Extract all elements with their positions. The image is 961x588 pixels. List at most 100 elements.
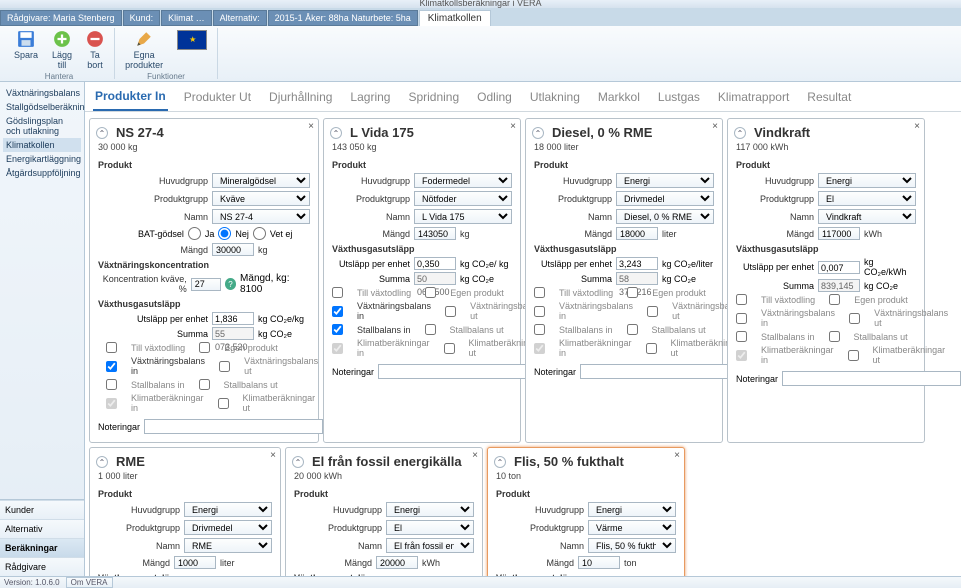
mangd-input[interactable] xyxy=(616,227,658,240)
tab-spridning[interactable]: Spridning xyxy=(406,84,461,110)
mangd-input[interactable] xyxy=(174,556,216,569)
chk-vn-in[interactable] xyxy=(106,361,117,372)
remove-button[interactable]: Ta bort xyxy=(82,28,108,72)
emission-value[interactable]: 0,350 xyxy=(414,257,456,270)
context-tab[interactable]: Alternativ: xyxy=(213,10,267,26)
tab-produkter-ut[interactable]: Produkter Ut xyxy=(182,84,253,110)
close-icon[interactable]: × xyxy=(510,121,516,132)
chk-vn-ut[interactable] xyxy=(445,306,456,317)
huvudgrupp-select[interactable]: Mineralgödsel xyxy=(212,173,310,188)
help-icon[interactable]: ? xyxy=(225,278,236,290)
add-button[interactable]: Lägg till xyxy=(48,28,76,72)
produktgrupp-select[interactable]: Drivmedel xyxy=(184,520,272,535)
close-icon[interactable]: × xyxy=(674,450,680,461)
close-icon[interactable]: × xyxy=(308,121,314,132)
namn-select[interactable]: RME xyxy=(184,538,272,553)
context-tab[interactable]: Rådgivare: Maria Stenberg xyxy=(0,10,122,26)
huvudgrupp-select[interactable]: Energi xyxy=(588,502,676,517)
mangd-input[interactable] xyxy=(818,227,860,240)
chk-tillvaxt[interactable] xyxy=(332,287,343,298)
chk-vn-in[interactable] xyxy=(736,313,747,324)
namn-select[interactable]: Diesel, 0 % RME xyxy=(616,209,714,224)
mangd-input[interactable] xyxy=(578,556,620,569)
chk-egen[interactable] xyxy=(627,287,638,298)
collapse-icon[interactable]: ⌃ xyxy=(96,456,108,468)
chk-tillvaxt[interactable] xyxy=(736,294,747,305)
produktgrupp-select[interactable]: El xyxy=(386,520,474,535)
chk-stall-in[interactable] xyxy=(332,324,343,335)
close-icon[interactable]: × xyxy=(712,121,718,132)
emission-value[interactable]: 0,007 xyxy=(818,261,860,274)
produktgrupp-select[interactable]: El xyxy=(818,191,916,206)
produktgrupp-select[interactable]: Värme xyxy=(588,520,676,535)
chk-klimat-ut[interactable] xyxy=(444,343,455,354)
chk-stall-in[interactable] xyxy=(736,331,747,342)
huvudgrupp-select[interactable]: Energi xyxy=(386,502,474,517)
chk-stall-ut[interactable] xyxy=(829,331,840,342)
about-button[interactable]: Om VERA xyxy=(66,577,113,588)
bat-ja[interactable] xyxy=(188,227,201,240)
mangd-input[interactable] xyxy=(376,556,418,569)
chk-egen[interactable] xyxy=(425,287,436,298)
tab-lagring[interactable]: Lagring xyxy=(348,84,392,110)
chk-egen[interactable] xyxy=(199,342,210,353)
notes-input[interactable] xyxy=(782,371,961,386)
huvudgrupp-select[interactable]: Energi xyxy=(184,502,272,517)
namn-select[interactable]: El från fossil energikälla xyxy=(386,538,474,553)
collapse-icon[interactable]: ⌃ xyxy=(494,456,506,468)
ribbon-tab-klimatkollen[interactable]: Klimatkollen xyxy=(419,10,491,26)
chk-vn-ut[interactable] xyxy=(849,313,860,324)
nav-atgard[interactable]: Åtgärdsuppföljning xyxy=(3,166,81,180)
notes-input[interactable] xyxy=(144,419,323,434)
nav-stallgodsel[interactable]: Stallgödselberäkning xyxy=(3,100,81,114)
chk-stall-in[interactable] xyxy=(106,379,117,390)
tab-resultat[interactable]: Resultat xyxy=(805,84,853,110)
chk-vn-in[interactable] xyxy=(332,306,343,317)
nav-godslingsplan[interactable]: Gödslingsplan och utlakning xyxy=(3,114,81,138)
nav-section-kunder[interactable]: Kunder xyxy=(0,500,84,519)
collapse-icon[interactable]: ⌃ xyxy=(532,127,544,139)
tab-markkol[interactable]: Markkol xyxy=(596,84,642,110)
tab-odling[interactable]: Odling xyxy=(475,84,514,110)
nav-klimatkollen[interactable]: Klimatkollen xyxy=(3,138,81,152)
chk-vn-in[interactable] xyxy=(534,306,545,317)
save-button[interactable]: Spara xyxy=(10,28,42,72)
mangd-input[interactable] xyxy=(414,227,456,240)
tab-utlakning[interactable]: Utlakning xyxy=(528,84,582,110)
huvudgrupp-select[interactable]: Fodermedel xyxy=(414,173,512,188)
bat-nej[interactable] xyxy=(218,227,231,240)
nav-section-radgivare[interactable]: Rådgivare xyxy=(0,557,84,576)
nav-section-alternativ[interactable]: Alternativ xyxy=(0,519,84,538)
chk-klimat-ut[interactable] xyxy=(848,350,859,361)
close-icon[interactable]: × xyxy=(914,121,920,132)
emission-value[interactable]: 1,836 xyxy=(212,312,254,325)
chk-tillvaxt[interactable] xyxy=(106,342,117,353)
collapse-icon[interactable]: ⌃ xyxy=(96,127,108,139)
nav-section-berakningar[interactable]: Beräkningar xyxy=(0,538,84,557)
chk-stall-in[interactable] xyxy=(534,324,545,335)
chk-vn-ut[interactable] xyxy=(219,361,230,372)
tab-produkter-in[interactable]: Produkter In xyxy=(93,83,168,111)
chk-stall-ut[interactable] xyxy=(627,324,638,335)
huvudgrupp-select[interactable]: Energi xyxy=(818,173,916,188)
chk-klimat-ut[interactable] xyxy=(646,343,657,354)
tab-lustgas[interactable]: Lustgas xyxy=(656,84,702,110)
namn-select[interactable]: NS 27-4 xyxy=(212,209,310,224)
own-products-button[interactable]: Egna produkter xyxy=(121,28,167,72)
chk-tillvaxt[interactable] xyxy=(534,287,545,298)
context-tab[interactable]: 2015-1 Åker: 88ha Naturbete: 5ha xyxy=(268,10,418,26)
collapse-icon[interactable]: ⌃ xyxy=(330,127,342,139)
chk-stall-ut[interactable] xyxy=(425,324,436,335)
namn-select[interactable]: Flis, 50 % fukthalt xyxy=(588,538,676,553)
chk-klimat-ut[interactable] xyxy=(218,398,229,409)
close-icon[interactable]: × xyxy=(472,450,478,461)
tab-djurhallning[interactable]: Djurhållning xyxy=(267,84,334,110)
chk-egen[interactable] xyxy=(829,294,840,305)
namn-select[interactable]: Vindkraft xyxy=(818,209,916,224)
produktgrupp-select[interactable]: Drivmedel xyxy=(616,191,714,206)
bat-vetej[interactable] xyxy=(253,227,266,240)
nav-vaxtnaring[interactable]: Växtnäringsbalans xyxy=(3,86,81,100)
collapse-icon[interactable]: ⌃ xyxy=(292,456,304,468)
close-icon[interactable]: × xyxy=(270,450,276,461)
namn-select[interactable]: L Vida 175 xyxy=(414,209,512,224)
